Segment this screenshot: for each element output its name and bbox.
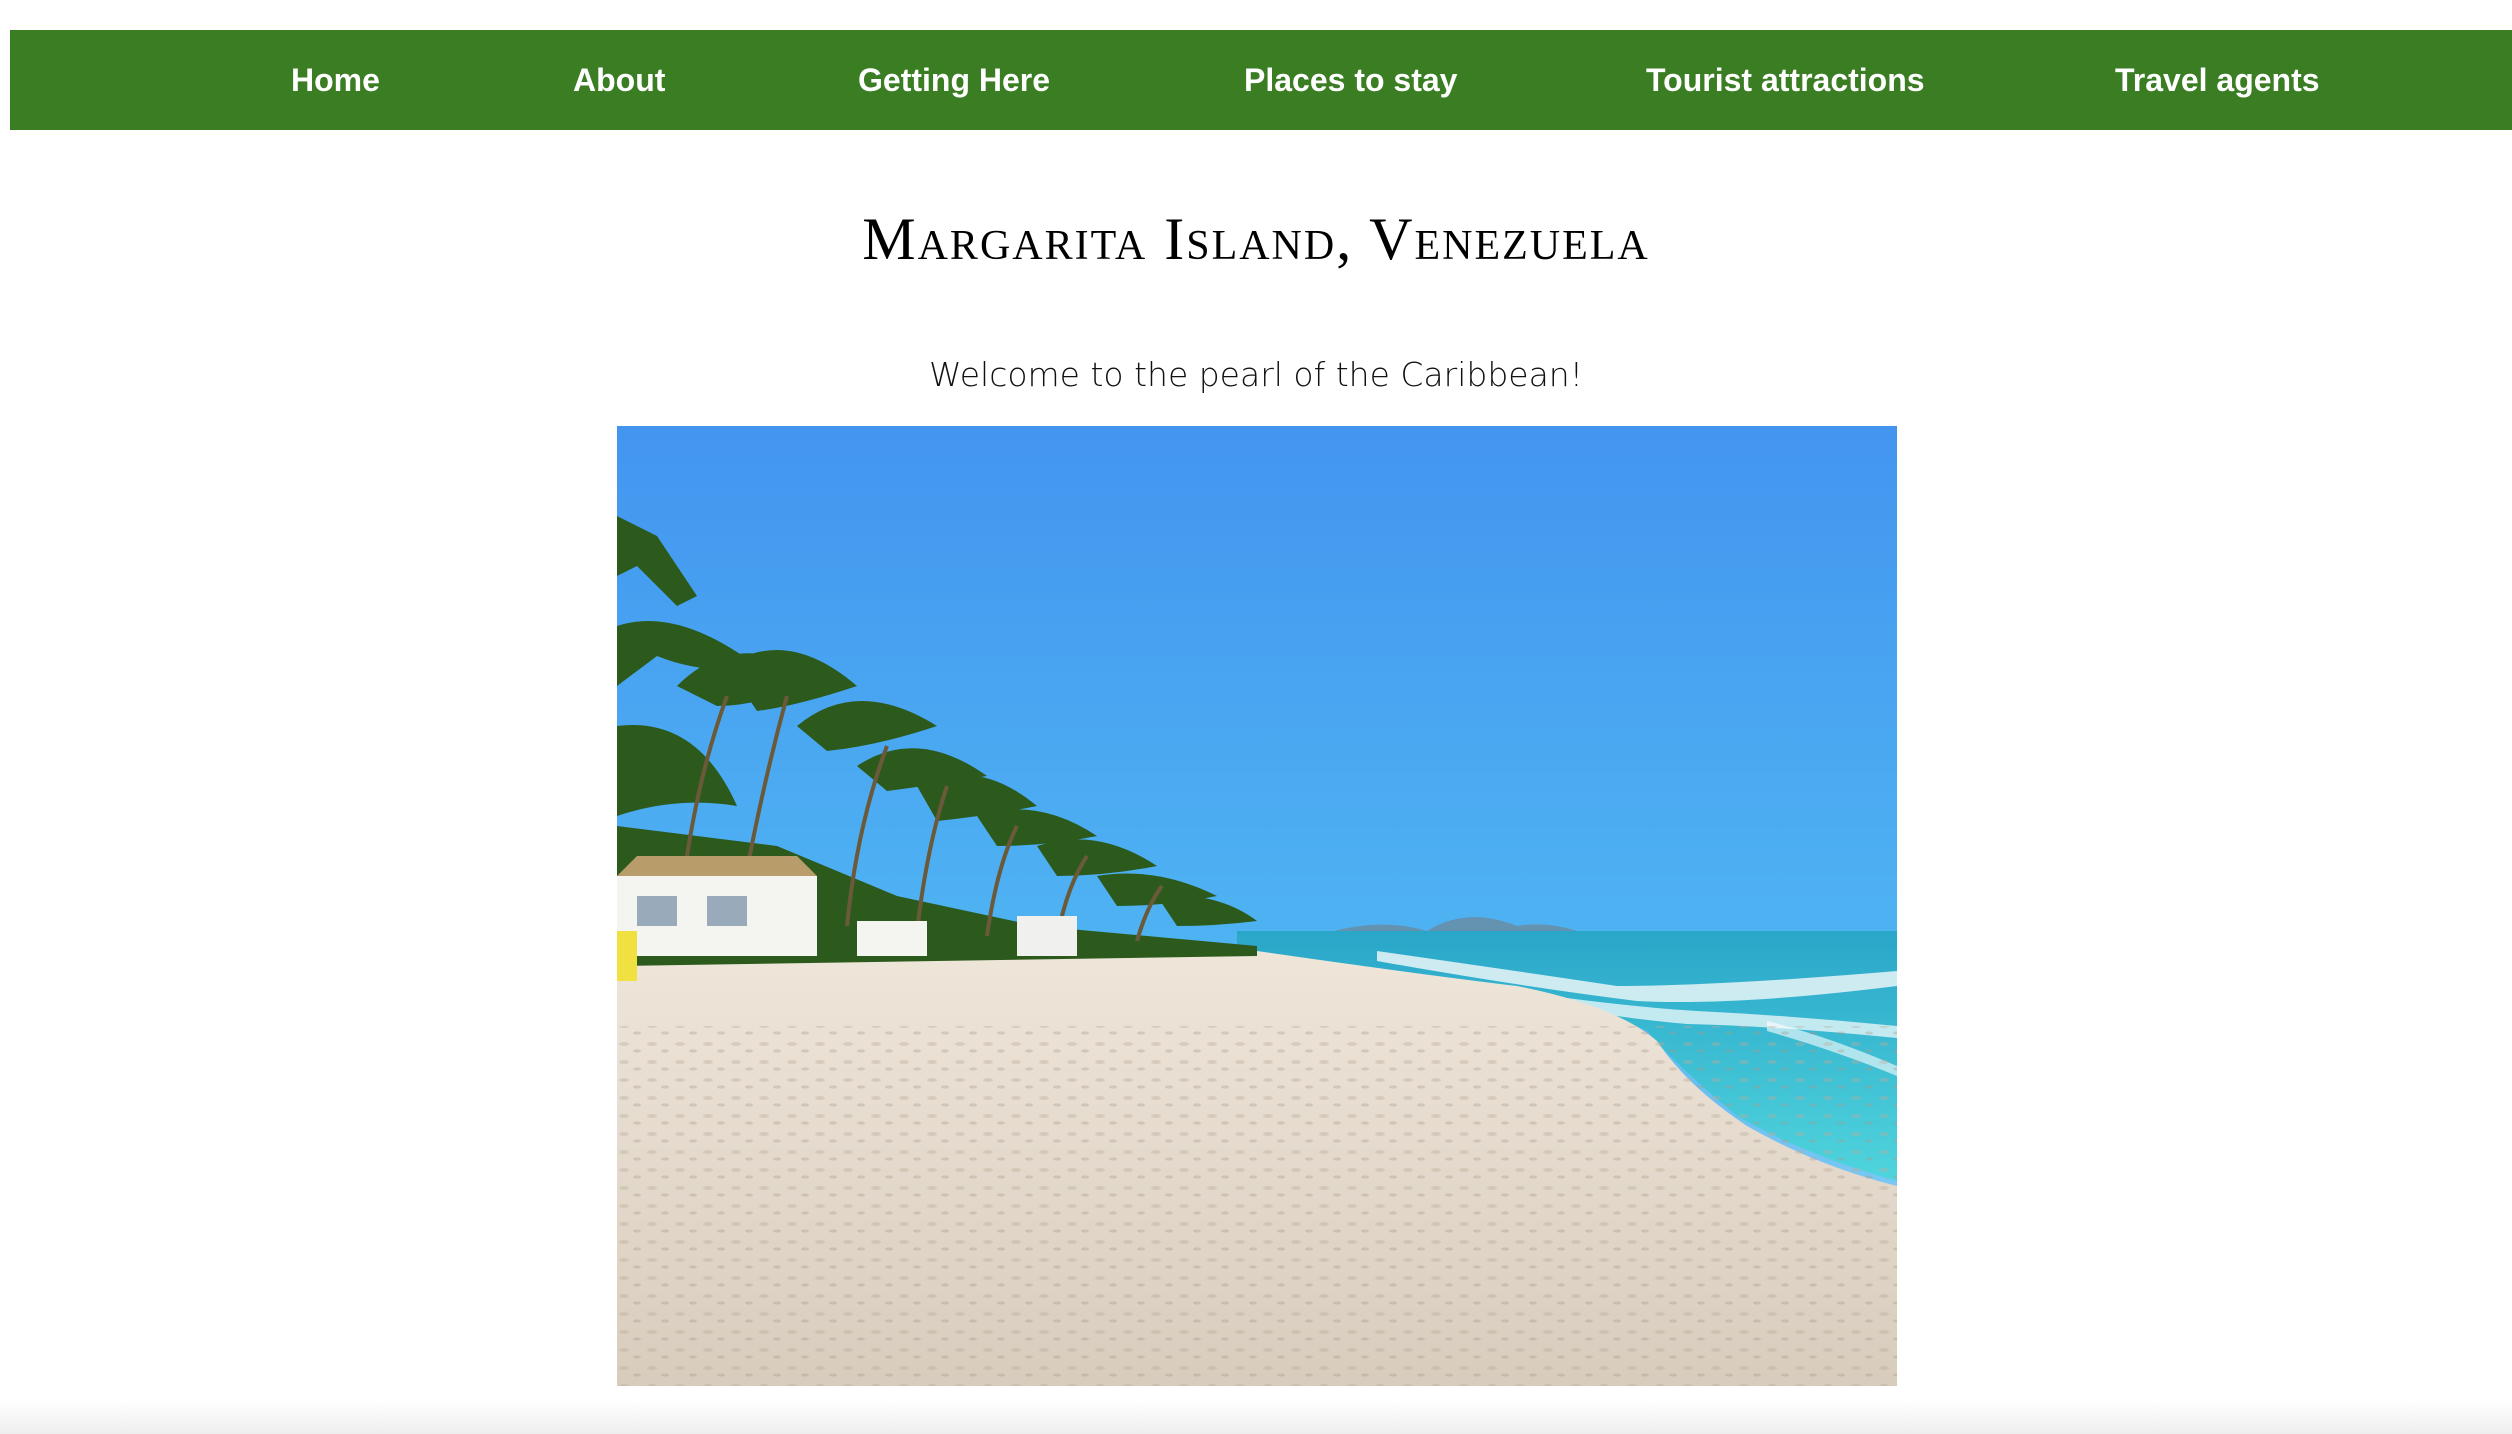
nav-places-to-stay-link[interactable]: Places to stay — [1244, 30, 1457, 130]
top-navigation-bar: Home About Getting Here Places to stay T… — [10, 30, 2512, 130]
nav-getting-here-link[interactable]: Getting Here — [858, 30, 1050, 130]
nav-tourist-attractions-link[interactable]: Tourist attractions — [1646, 30, 1925, 130]
page-subtitle: Welcome to the pearl of the Caribbean! — [929, 355, 1583, 394]
beach-photo — [617, 426, 1897, 1386]
nav-about-link[interactable]: About — [573, 30, 665, 130]
nav-travel-agents-link[interactable]: Travel agents — [2115, 30, 2320, 130]
nav-home-link[interactable]: Home — [291, 30, 380, 130]
page-bottom-shadow — [0, 1400, 2512, 1434]
page-title: Margarita Island, Venezuela — [862, 206, 1650, 272]
